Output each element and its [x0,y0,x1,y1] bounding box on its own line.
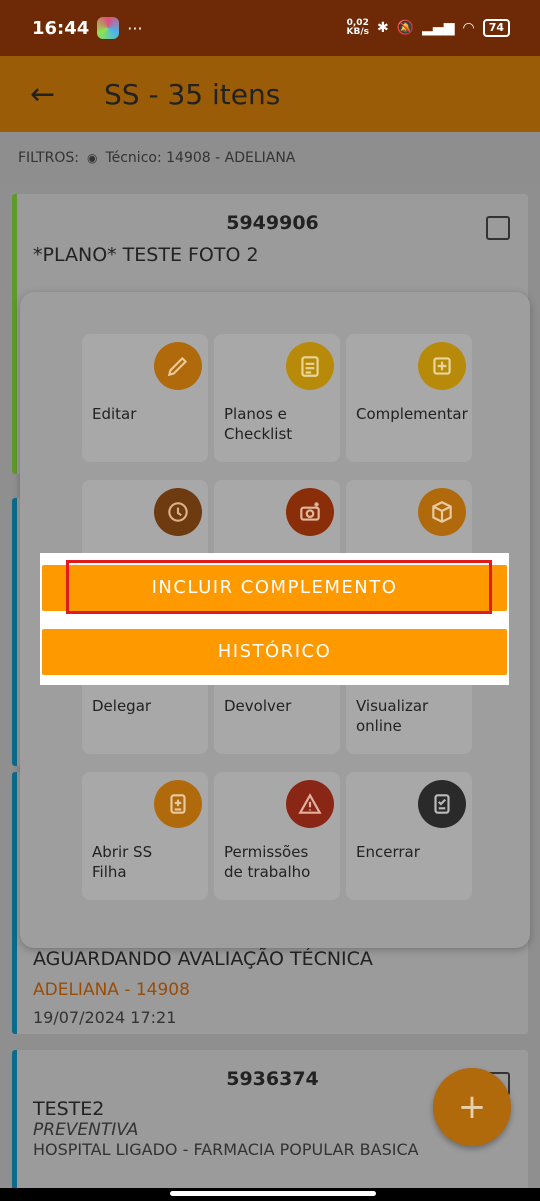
ss-status: AGUARDANDO AVALIAÇÃO TÉCNICA [33,948,373,970]
action-label: Abrir SS Filha [92,843,153,881]
action-label: Visualizar online [356,697,429,735]
net-speed: 0,02 KB/s [346,18,369,37]
action-work-permits[interactable]: Permissões de trabalho [214,772,340,900]
filters-label: FILTROS: [18,150,79,166]
box-icon [418,488,466,536]
action-open-child-ss[interactable]: Abrir SS Filha [82,772,208,900]
action-label: Encerrar [356,843,420,861]
mute-icon: 🔕 [396,20,415,36]
home-indicator[interactable] [170,1191,376,1196]
ss-location: HOSPITAL LIGADO - FARMACIA POPULAR BASIC… [33,1140,419,1159]
warning-icon [286,780,334,828]
app-notification-icon [97,17,120,39]
action-label: Complementar [356,405,468,423]
arrow-left-icon[interactable]: ← [30,77,74,112]
action-label: Delegar [92,697,152,715]
plus-icon: + [457,1087,487,1127]
ss-date: 19/07/2024 17:21 [33,1008,177,1027]
action-label: Editar [92,405,137,423]
document-plus-icon [154,780,202,828]
action-label: Planos e Checklist [224,405,293,443]
status-more: ··· [127,18,143,38]
wifi-icon: ◠ [462,20,475,36]
highlight-box [66,560,492,614]
add-fab-button[interactable]: + [433,1068,511,1146]
ss-title: *PLANO* TESTE FOTO 2 [33,244,259,266]
status-bar: 16:44 ··· 0,02 KB/s ✱ 🔕 ▂▄▆ ◠ 74 [0,0,540,56]
system-nav-bar [0,1188,540,1201]
status-time: 16:44 [32,17,90,39]
clipboard-list-icon [286,342,334,390]
checklist-icon [418,780,466,828]
app-bar: ← SS - 35 itens [0,56,540,132]
signal-icon: ▂▄▆ [422,20,455,36]
action-complement[interactable]: Complementar [346,334,472,462]
action-plans-checklist[interactable]: Planos e Checklist [214,334,340,462]
page-title: SS - 35 itens [104,77,281,111]
history-button[interactable]: HISTÓRICO [42,629,507,675]
ss-number: 5949906 [226,212,319,234]
filters-bar: FILTROS: ◉ Técnico: 14908 - ADELIANA [0,132,540,184]
pencil-icon [154,342,202,390]
filters-value: Técnico: 14908 - ADELIANA [105,150,296,166]
ss-user: ADELIANA - 14908 [33,980,190,1000]
select-checkbox[interactable] [486,216,510,240]
add-document-icon [418,342,466,390]
camera-plus-icon [286,488,334,536]
clock-icon [154,488,202,536]
action-label: Devolver [224,697,292,715]
action-close[interactable]: Encerrar [346,772,472,900]
radio-selected-icon: ◉ [86,151,98,165]
battery-icon: 74 [482,19,510,37]
action-label: Permissões de trabalho [224,843,311,881]
status-icons: 0,02 KB/s ✱ 🔕 ▂▄▆ ◠ 74 [346,18,510,37]
action-edit[interactable]: Editar [82,334,208,462]
bluetooth-icon: ✱ [376,20,389,36]
